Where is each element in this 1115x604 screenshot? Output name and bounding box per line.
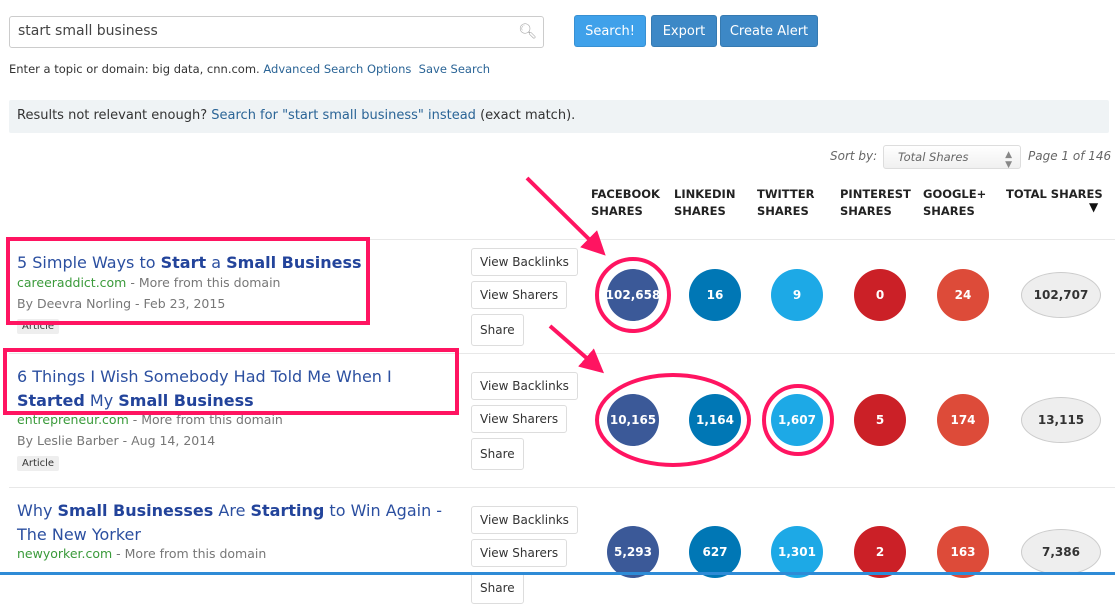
- twitter-shares-count[interactable]: 1,301: [771, 526, 823, 578]
- result-domain-line: careeraddict.com - More from this domain: [17, 275, 281, 290]
- col-label: LINKEDIN: [674, 187, 736, 201]
- column-twitter[interactable]: TWITTER SHARES: [757, 186, 814, 220]
- total-shares-count: 13,115: [1021, 397, 1101, 443]
- col-label: SHARES: [674, 204, 726, 218]
- search-input[interactable]: start small business: [9, 16, 544, 48]
- title-segment: Small Businesses: [57, 501, 214, 520]
- view-backlinks-button[interactable]: View Backlinks: [471, 506, 578, 534]
- save-search-link[interactable]: Save Search: [419, 62, 490, 76]
- view-sharers-button[interactable]: View Sharers: [471, 281, 568, 309]
- sort-label: Sort by:: [830, 149, 878, 163]
- result-domain-line: entrepreneur.com - More from this domain: [17, 412, 283, 427]
- create-alert-button[interactable]: Create Alert: [720, 15, 818, 47]
- linkedin-shares-count[interactable]: 627: [689, 526, 741, 578]
- title-segment: Are: [213, 501, 251, 520]
- search-button[interactable]: Search!: [574, 15, 646, 47]
- column-facebook[interactable]: FACEBOOK SHARES: [591, 186, 660, 220]
- col-label: GOOGLE+: [923, 187, 987, 201]
- content-type-tag: Article: [17, 319, 60, 334]
- divider: [9, 353, 1115, 354]
- twitter-shares-count[interactable]: 1,607: [771, 394, 823, 446]
- view-backlinks-button[interactable]: View Backlinks: [471, 372, 578, 400]
- more-from-domain-link[interactable]: More from this domain: [139, 275, 281, 290]
- column-linkedin[interactable]: LINKEDIN SHARES: [674, 186, 735, 220]
- result-title-link[interactable]: Why Small Businesses Are Starting to Win…: [17, 499, 457, 547]
- byline: By Leslie Barber - Aug 14, 2014: [17, 433, 216, 448]
- result-domain-line: newyorker.com - More from this domain: [17, 546, 267, 561]
- notice-prefix: Results not relevant enough?: [17, 108, 208, 123]
- title-segment: Why: [17, 501, 58, 520]
- col-label: FACEBOOK: [591, 187, 660, 201]
- pinterest-shares-count[interactable]: 2: [854, 526, 906, 578]
- title-segment: My: [84, 391, 119, 410]
- facebook-shares-count[interactable]: 102,658: [606, 269, 660, 321]
- view-sharers-button[interactable]: View Sharers: [471, 405, 568, 433]
- col-label: SHARES: [591, 204, 643, 218]
- google-shares-count[interactable]: 24: [937, 269, 989, 321]
- facebook-shares-count[interactable]: 5,293: [607, 526, 659, 578]
- hint-text: Enter a topic or domain: big data, cnn.c…: [9, 62, 260, 76]
- relevance-notice: Results not relevant enough? Search for …: [9, 100, 1109, 133]
- col-label: SHARES: [840, 204, 892, 218]
- title-segment: 6 Things I Wish Somebody Had Told Me Whe…: [17, 367, 392, 386]
- title-segment: Started: [17, 391, 85, 410]
- title-segment: 5 Simple Ways to: [17, 253, 161, 272]
- more-from-domain-link[interactable]: More from this domain: [141, 412, 283, 427]
- twitter-shares-count[interactable]: 9: [771, 269, 823, 321]
- title-segment: Starting: [250, 501, 325, 520]
- search-hint: Enter a topic or domain: big data, cnn.c…: [9, 62, 490, 76]
- result-title-link[interactable]: 6 Things I Wish Somebody Had Told Me Whe…: [17, 365, 457, 413]
- facebook-shares-count[interactable]: 10,165: [607, 394, 659, 446]
- share-button[interactable]: Share: [471, 314, 524, 346]
- col-label: PINTEREST: [840, 187, 911, 201]
- share-button[interactable]: Share: [471, 572, 524, 604]
- advanced-search-link[interactable]: Advanced Search Options: [263, 62, 411, 76]
- result-title-link[interactable]: 5 Simple Ways to Start a Small Business: [17, 251, 457, 275]
- title-segment: Small Business: [226, 253, 362, 272]
- total-shares-count: 102,707: [1021, 272, 1101, 318]
- notice-suffix: (exact match).: [480, 108, 576, 123]
- domain-link[interactable]: careeraddict.com: [17, 275, 126, 290]
- title-segment: Start: [160, 253, 207, 272]
- column-google[interactable]: GOOGLE+ SHARES: [923, 186, 986, 220]
- content-type-tag: Article: [17, 456, 60, 471]
- share-button[interactable]: Share: [471, 438, 524, 470]
- byline: By Deevra Norling - Feb 23, 2015: [17, 296, 226, 311]
- view-sharers-button[interactable]: View Sharers: [471, 539, 568, 567]
- domain-link[interactable]: newyorker.com: [17, 546, 112, 561]
- export-button[interactable]: Export: [651, 15, 717, 47]
- arrow-icon: [548, 324, 605, 374]
- col-label: SHARES: [757, 204, 809, 218]
- col-label: TWITTER: [757, 187, 815, 201]
- domain-link[interactable]: entrepreneur.com: [17, 412, 129, 427]
- exact-match-link[interactable]: Search for "start small business" instea…: [211, 108, 476, 123]
- col-label: SHARES: [923, 204, 975, 218]
- select-arrows-icon: ▲ ▼: [1005, 150, 1012, 170]
- sort-select[interactable]: Total Shares ▲ ▼: [883, 145, 1021, 170]
- view-backlinks-button[interactable]: View Backlinks: [471, 248, 578, 276]
- page-indicator: Page 1 of 146: [1028, 149, 1112, 163]
- more-from-domain-link[interactable]: More from this domain: [125, 546, 267, 561]
- search-icon[interactable]: 🔍︎: [518, 22, 537, 40]
- sort-desc-icon[interactable]: ▼: [1089, 200, 1098, 214]
- divider: [9, 487, 1115, 488]
- google-shares-count[interactable]: 163: [937, 526, 989, 578]
- column-pinterest[interactable]: PINTEREST SHARES: [840, 186, 911, 220]
- title-segment: a: [206, 253, 227, 272]
- linkedin-shares-count[interactable]: 1,164: [689, 394, 741, 446]
- sort-selected: Total Shares: [898, 150, 969, 164]
- pinterest-shares-count[interactable]: 5: [854, 394, 906, 446]
- divider: [9, 239, 1115, 240]
- total-shares-count: 7,386: [1021, 529, 1101, 575]
- linkedin-shares-count[interactable]: 16: [689, 269, 741, 321]
- pinterest-shares-count[interactable]: 0: [854, 269, 906, 321]
- google-shares-count[interactable]: 174: [937, 394, 989, 446]
- title-segment: Small Business: [118, 391, 254, 410]
